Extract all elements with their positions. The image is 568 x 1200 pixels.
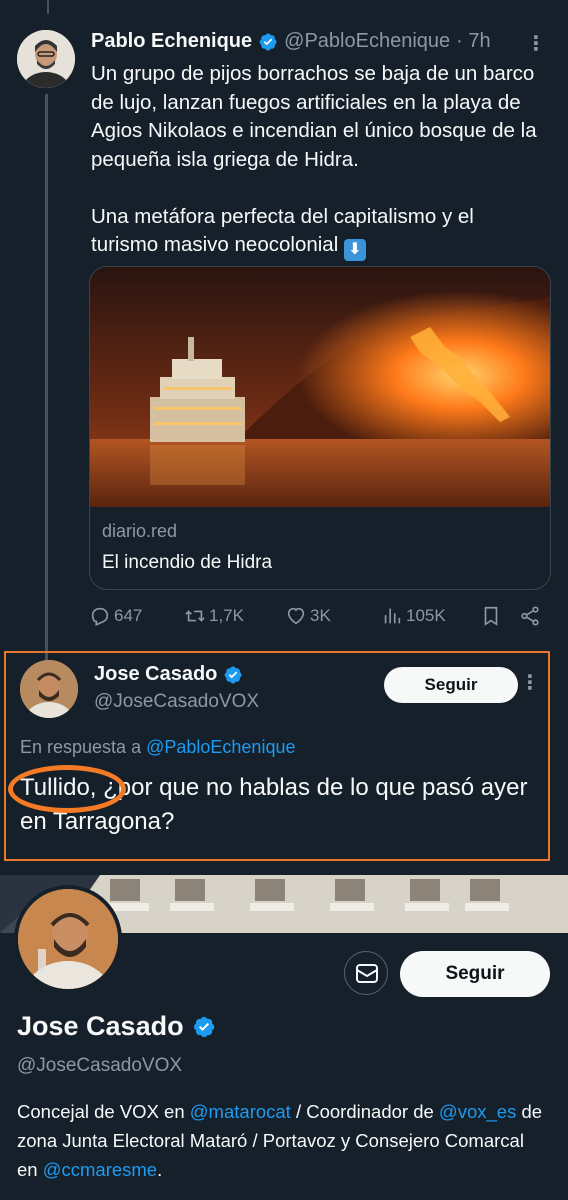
highlight-circle: [8, 765, 126, 813]
profile-handle: @JoseCasadoVOX: [17, 1055, 183, 1076]
tweet-paragraph-2-text: Una metáfora perfecta del capitalismo y …: [91, 204, 474, 257]
retweet-button[interactable]: 1,7K: [184, 605, 244, 627]
verified-badge-icon: [259, 33, 277, 50]
bookmark-button[interactable]: [480, 605, 502, 627]
thread-line: [45, 94, 48, 664]
tweet-paragraph-2: Una metáfora perfecta del capitalismo y …: [91, 203, 543, 261]
tweet-text: Un grupo de pijos borrachos se baja de u…: [91, 60, 543, 290]
bio-text-1: Concejal de VOX en: [17, 1101, 190, 1122]
reply-count: 647: [114, 606, 143, 625]
reply-author-avatar[interactable]: [20, 660, 78, 718]
profile-name-row: Jose Casado: [17, 1011, 216, 1042]
top-divider: [0, 0, 568, 14]
down-arrow-emoji: ⬇: [343, 239, 366, 261]
tweet-header: Pablo Echenique @PabloEchenique · 7h: [91, 30, 491, 53]
retweet-icon: [185, 610, 205, 622]
message-button[interactable]: [344, 951, 388, 995]
tweet[interactable]: Pablo Echenique @PabloEchenique · 7h ⋮ U…: [0, 14, 568, 664]
card-domain: diario.red: [102, 521, 178, 541]
reply-author-handle[interactable]: @JoseCasadoVOX: [94, 691, 259, 713]
tweet-time[interactable]: · 7h: [456, 30, 490, 53]
message-icon: [356, 964, 378, 983]
share-button[interactable]: [519, 605, 541, 627]
share-icon: [521, 606, 539, 626]
bio-link-ccmaresme[interactable]: @ccmaresme: [43, 1159, 157, 1180]
author-name[interactable]: Pablo Echenique: [91, 30, 252, 53]
verified-badge-icon: [225, 666, 242, 683]
profile-avatar[interactable]: [14, 885, 122, 993]
views-count: 105K: [406, 606, 446, 625]
more-icon[interactable]: ⋮: [526, 34, 546, 54]
thread-connector: [47, 0, 49, 14]
bio-link-matarocat[interactable]: @matarocat: [190, 1101, 291, 1122]
like-icon: [287, 607, 305, 625]
like-count: 3K: [310, 606, 331, 625]
retweet-count: 1,7K: [209, 606, 244, 625]
reply-author-row: Jose Casado: [94, 663, 243, 686]
like-button[interactable]: 3K: [285, 605, 331, 627]
card-image: [90, 267, 550, 507]
views-icon: [384, 608, 401, 624]
follow-button[interactable]: Seguir: [384, 667, 518, 703]
bio-text-4: .: [157, 1159, 163, 1180]
card-meta: diario.red El incendio de Hidra: [102, 521, 272, 574]
more-icon[interactable]: ⋮: [520, 673, 540, 693]
verified-badge-icon: [193, 1016, 214, 1037]
link-card[interactable]: diario.red El incendio de Hidra: [89, 266, 551, 590]
author-avatar[interactable]: [17, 30, 75, 88]
profile-bio: Concejal de VOX en @matarocat / Coordina…: [17, 1097, 547, 1184]
bio-text-2: / Coordinador de: [290, 1101, 439, 1122]
tweet-paragraph-1: Un grupo de pijos borrachos se baja de u…: [91, 62, 537, 171]
profile-follow-button[interactable]: Seguir: [400, 951, 550, 997]
author-handle[interactable]: @PabloEchenique: [284, 30, 450, 53]
card-title: El incendio de Hidra: [102, 552, 273, 573]
profile-section: Seguir Jose Casado @JoseCasadoVOX Concej…: [0, 875, 568, 1200]
tweet-actions: 647 1,7K 3K 105K: [89, 604, 549, 628]
reply-button[interactable]: 647: [89, 605, 142, 627]
reply-author-name[interactable]: Jose Casado: [94, 663, 217, 686]
in-reply-to: En respuesta a @PabloEchenique: [20, 737, 295, 758]
in-reply-prefix: En respuesta a: [20, 737, 147, 757]
bookmark-icon: [484, 606, 498, 626]
reply-tweet[interactable]: Jose Casado @JoseCasadoVOX Seguir ⋮ En r…: [4, 651, 550, 861]
views-button[interactable]: 105K: [381, 605, 446, 627]
in-reply-mention[interactable]: @PabloEchenique: [146, 737, 295, 757]
bio-link-vox[interactable]: @vox_es: [439, 1101, 516, 1122]
reply-icon: [91, 607, 109, 626]
profile-name: Jose Casado: [17, 1011, 184, 1041]
